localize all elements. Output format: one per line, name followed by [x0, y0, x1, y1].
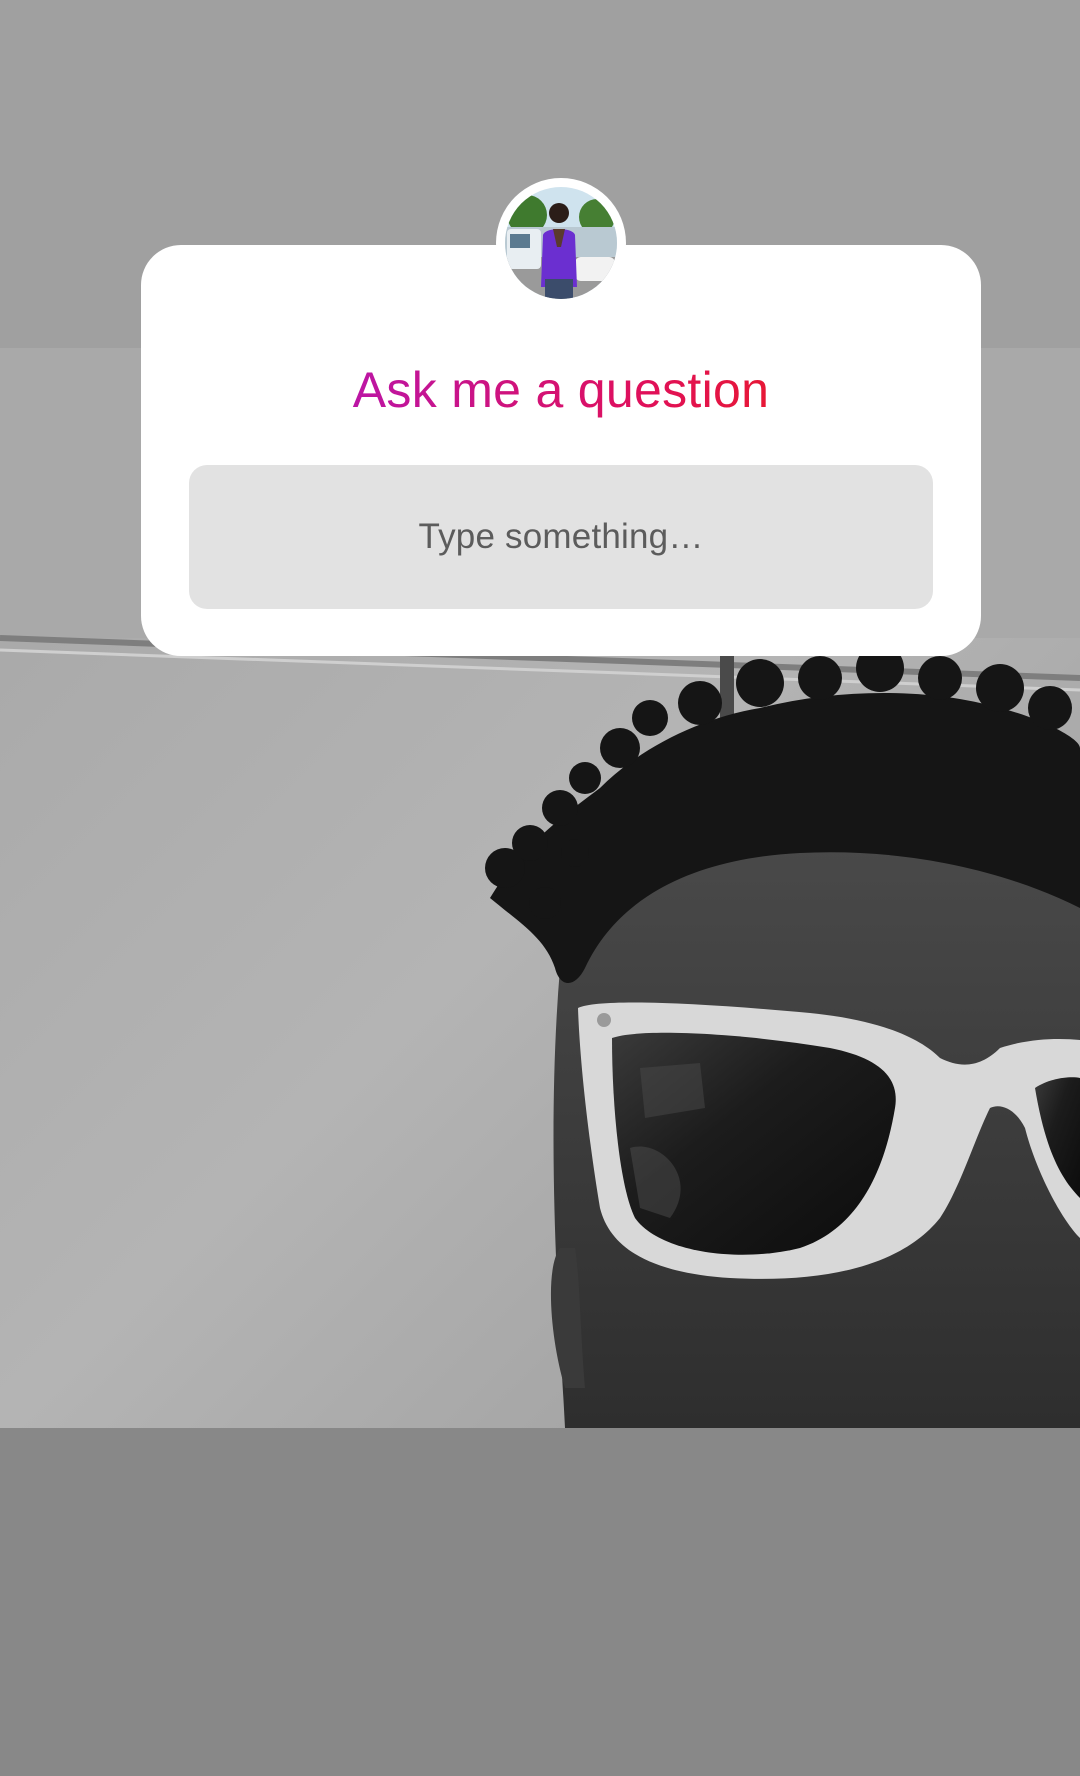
- story-background-bottom: [0, 1428, 1080, 1776]
- avatar-ring: [496, 178, 626, 308]
- question-prompt-title: Ask me a question: [141, 360, 981, 420]
- answer-input-placeholder: Type something…: [418, 517, 704, 556]
- answer-input[interactable]: Type something…: [189, 465, 933, 609]
- avatar: [505, 187, 617, 299]
